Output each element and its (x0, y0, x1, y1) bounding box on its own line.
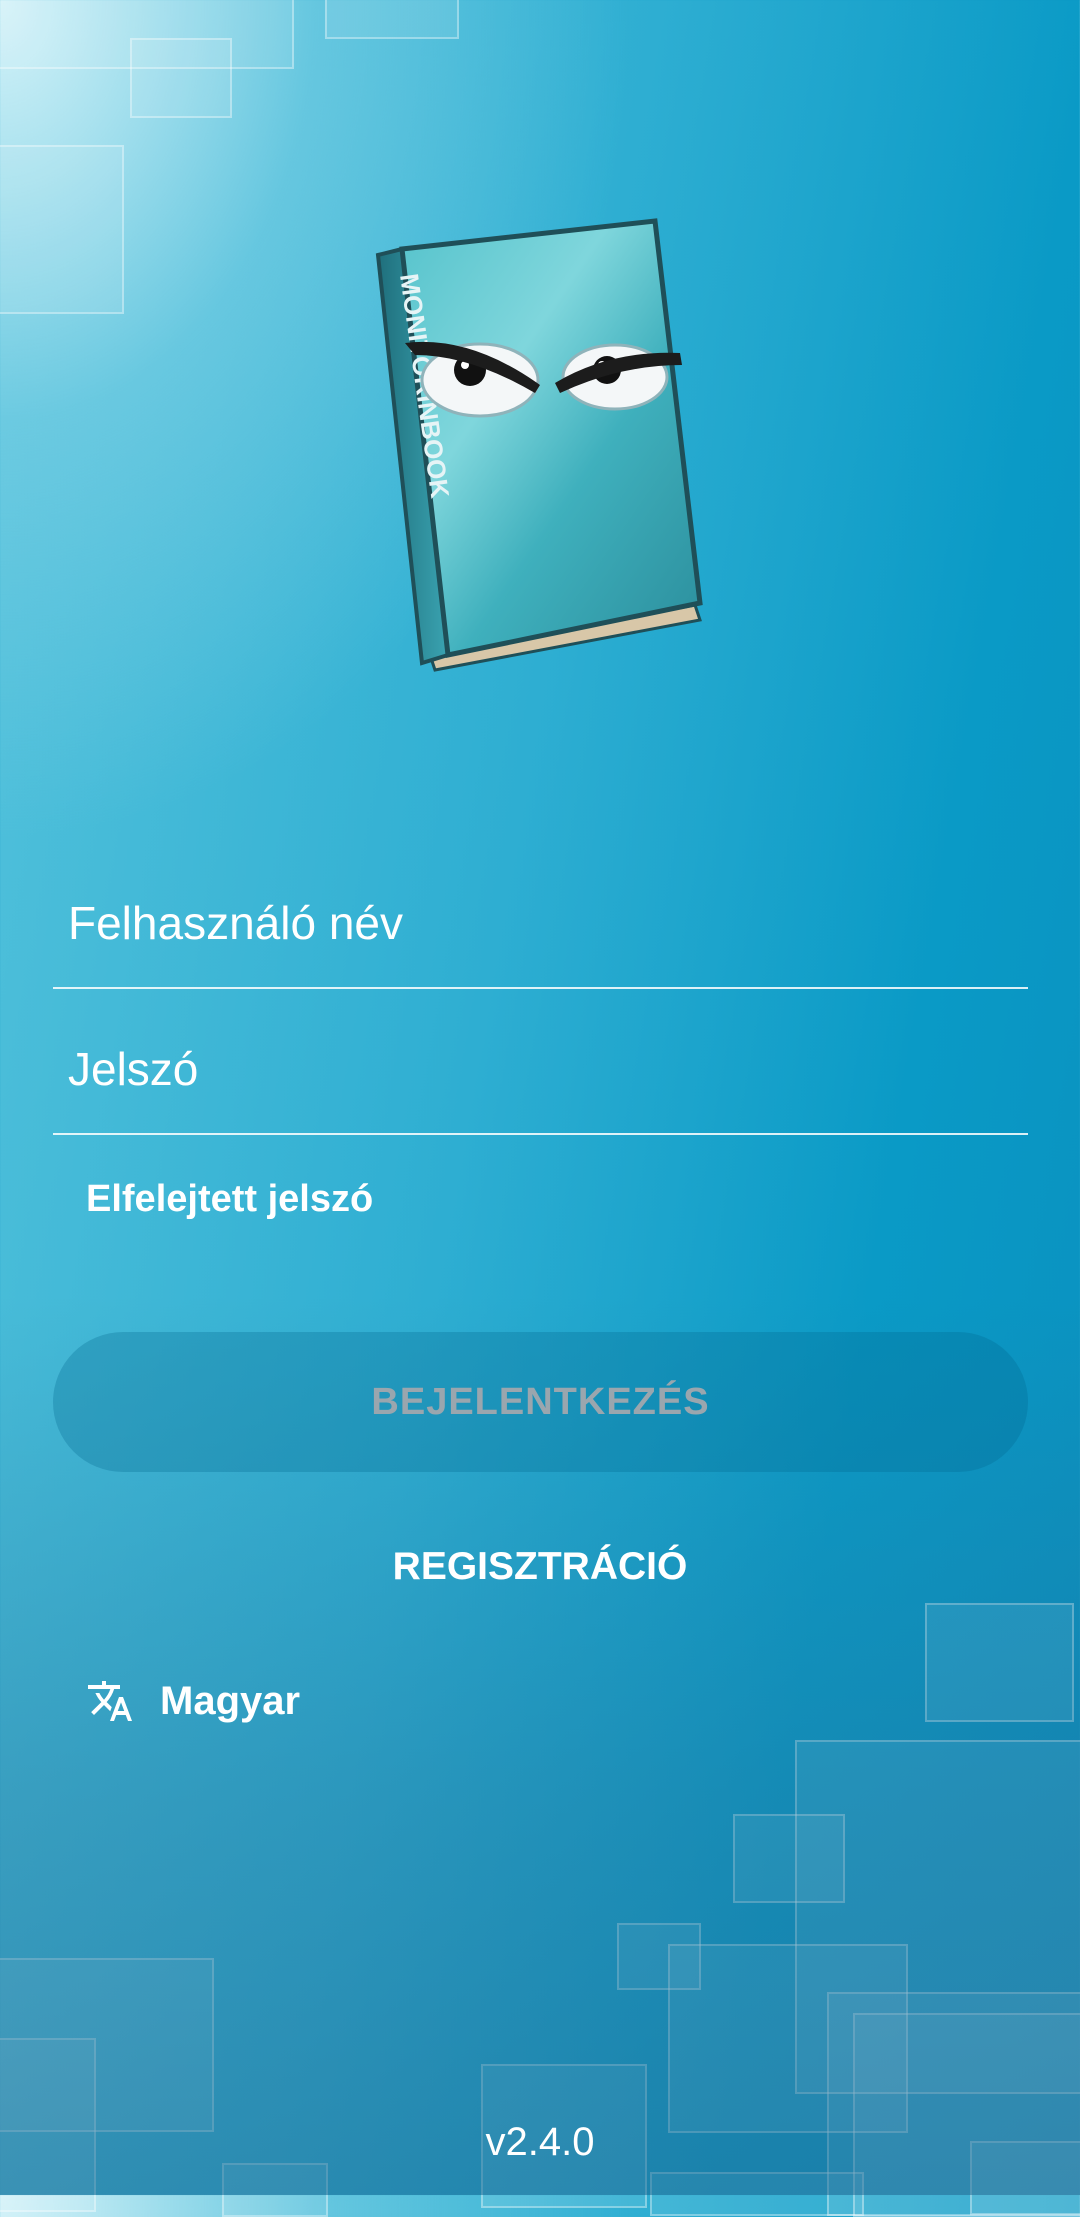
password-field[interactable] (53, 1013, 1028, 1135)
version-label: v2.4.0 (485, 2120, 595, 2164)
language-selector[interactable]: Magyar (86, 1677, 300, 1725)
login-button[interactable]: BEJELENTKEZÉS (53, 1332, 1028, 1472)
decorative-square (650, 2172, 864, 2216)
decorative-square (733, 1814, 845, 1903)
decorative-square (925, 1603, 1074, 1722)
decorative-square (130, 38, 232, 118)
angry-book-logo: MONITORINBOOK (370, 215, 720, 675)
password-input[interactable] (66, 1041, 970, 1097)
forgot-password-link[interactable]: Elfelejtett jelszó (86, 1178, 373, 1221)
language-label: Magyar (160, 1678, 301, 1723)
decorative-square (222, 2163, 328, 2217)
username-input[interactable] (66, 895, 970, 951)
username-field[interactable] (53, 867, 1028, 989)
login-button-label: BEJELENTKEZÉS (371, 1380, 710, 1423)
decorative-square (325, 0, 459, 39)
translate-icon (88, 1681, 132, 1721)
register-button[interactable]: REGISZTRÁCIÓ (0, 1545, 1080, 1589)
decorative-square (0, 145, 124, 314)
